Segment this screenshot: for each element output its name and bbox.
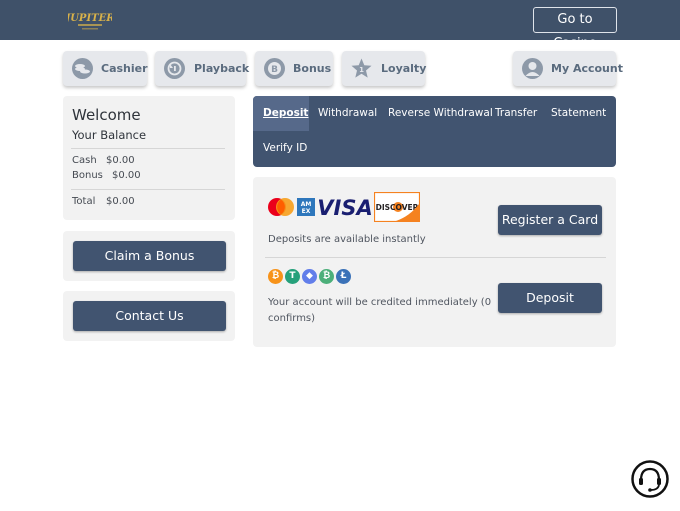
register-card-button[interactable]: Register a Card [498, 205, 602, 235]
tab-deposit[interactable]: Deposit [263, 107, 308, 119]
svg-text:1: 1 [359, 66, 364, 74]
cash-value: $0.00 [106, 155, 135, 166]
tab-verify-id[interactable]: Verify ID [263, 142, 307, 154]
account-user-icon [522, 58, 543, 79]
discover-text: DISCOVER [376, 203, 419, 212]
svg-text:B: B [271, 65, 278, 75]
bonus-balance-value: $0.00 [112, 170, 141, 181]
support-chat-icon[interactable] [631, 459, 669, 499]
loyalty-star-icon: 1 [351, 58, 372, 78]
cashier-label: Cashier [101, 62, 148, 75]
balance-heading: Your Balance [72, 128, 147, 142]
tab-statement[interactable]: Statement [551, 107, 606, 119]
visa-icon: VISA [319, 196, 371, 219]
playback-button[interactable]: Playback [155, 51, 250, 86]
logo-text: JUPITER [68, 13, 112, 24]
top-bar: JUPITER Go to Casino [0, 0, 680, 51]
divider [265, 257, 606, 258]
claim-bonus-button[interactable]: Claim a Bonus [73, 241, 226, 271]
crypto-info-line1: Your account will be credited immediatel… [268, 297, 492, 308]
tab-withdrawal[interactable]: Withdrawal [318, 107, 377, 119]
bitcoin-cash-icon: ₿ [319, 269, 334, 284]
crypto-info-line2: confirms) [268, 313, 316, 324]
my-account-label: My Account [551, 62, 623, 75]
loyalty-label: Loyalty [381, 62, 427, 75]
total-value: $0.00 [106, 196, 135, 207]
bonus-balance-label: Bonus [72, 170, 103, 181]
go-to-casino-button[interactable]: Go to Casino [533, 7, 617, 51]
bitcoin-icon: ₿ [268, 269, 283, 284]
bonus-button[interactable]: B Bonus [255, 51, 333, 86]
tab-transfer[interactable]: Transfer [495, 107, 537, 119]
svg-text:AM: AM [301, 201, 312, 208]
mastercard-icon [268, 198, 294, 216]
contact-panel: Contact Us [63, 291, 235, 341]
crypto-deposit-button[interactable]: Deposit [498, 283, 602, 313]
bonus-label: Bonus [293, 62, 332, 75]
tether-icon: T [285, 269, 300, 284]
tab-reverse-withdrawal[interactable]: Reverse Withdrawal [388, 107, 493, 119]
contact-us-button[interactable]: Contact Us [73, 301, 226, 331]
discover-icon: DISCOVER [374, 192, 420, 222]
playback-label: Playback [194, 62, 250, 75]
divider [71, 148, 225, 149]
total-label: Total [72, 196, 96, 207]
svg-text:EX: EX [302, 208, 311, 215]
card-deposit-info: Deposits are available instantly [268, 234, 426, 245]
amex-icon: AM EX [297, 198, 315, 216]
casino-logo[interactable]: JUPITER [63, 7, 115, 33]
claim-bonus-panel: Claim a Bonus [63, 231, 235, 281]
cashier-coins-icon [72, 58, 93, 79]
welcome-panel: Welcome Your Balance Cash $0.00 Bonus $0… [63, 96, 235, 220]
visa-text: VISA [319, 196, 371, 219]
my-account-button[interactable]: My Account [513, 51, 623, 86]
divider [71, 189, 225, 190]
cash-label: Cash [72, 155, 97, 166]
cashier-button[interactable]: Cashier [63, 51, 148, 86]
ethereum-icon: ◆ [302, 269, 317, 284]
playback-icon [164, 58, 185, 79]
litecoin-icon: Ł [336, 269, 351, 284]
cashier-tabs: Deposit Withdrawal Reverse Withdrawal Tr… [253, 96, 616, 167]
loyalty-button[interactable]: 1 Loyalty [342, 51, 427, 86]
deposit-panel: AM EX VISA DISCOVER Deposits are availab… [253, 177, 616, 347]
bonus-coin-icon: B [264, 58, 285, 79]
welcome-title: Welcome [72, 106, 141, 124]
